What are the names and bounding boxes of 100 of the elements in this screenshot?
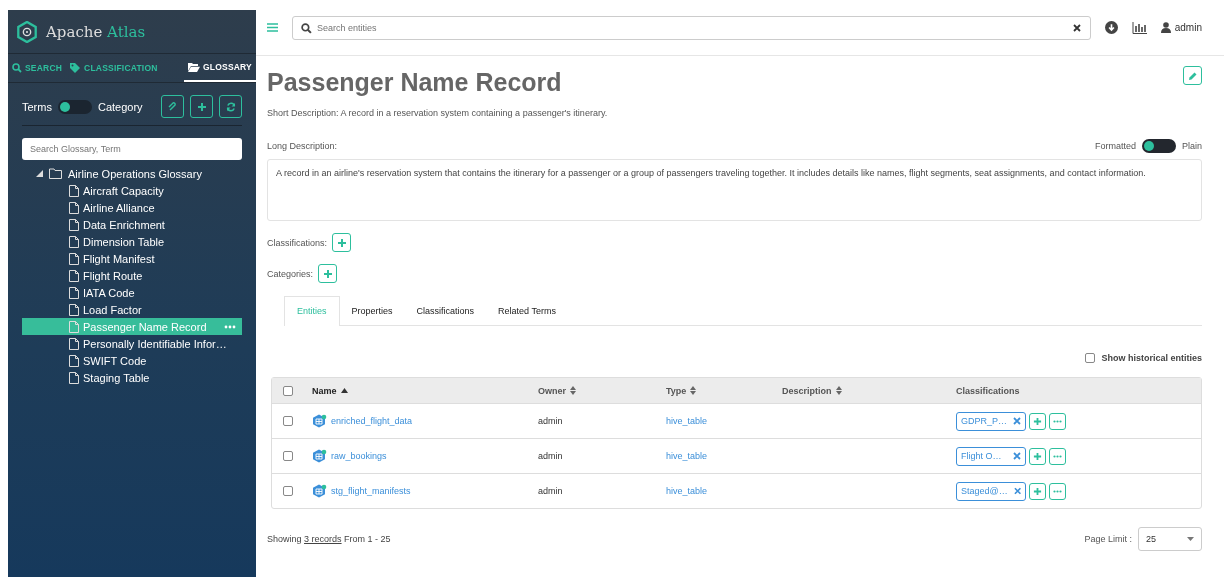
paperclip-icon[interactable] — [167, 101, 178, 112]
column-header[interactable]: Name — [312, 385, 348, 396]
page-title: Passenger Name Record — [267, 68, 562, 97]
tree-item[interactable]: SWIFT Code — [22, 352, 242, 369]
add-button[interactable] — [190, 95, 213, 118]
remove-icon[interactable] — [1013, 487, 1021, 495]
sort-icon[interactable] — [570, 386, 576, 395]
add-button[interactable] — [1029, 447, 1046, 465]
detail-tab[interactable]: Properties — [339, 296, 405, 325]
table-icon — [312, 484, 327, 498]
entity-link[interactable]: stg_flight_manifests — [331, 486, 411, 496]
plus-icon[interactable] — [336, 237, 347, 248]
folder-icon[interactable] — [188, 62, 200, 72]
refresh-button[interactable] — [219, 95, 242, 118]
type-link[interactable]: hive_table — [666, 416, 708, 426]
nav-tab[interactable]: SEARCH — [8, 54, 67, 82]
checkbox[interactable] — [283, 486, 293, 496]
classification-tag[interactable]: GDPR_P… — [956, 411, 1026, 431]
remove-icon[interactable] — [1013, 452, 1021, 460]
records-link[interactable]: 3 records — [304, 534, 342, 544]
caret-icon[interactable] — [1187, 537, 1194, 541]
nav-tab[interactable]: GLOSSARY — [184, 54, 256, 82]
remove-icon[interactable] — [1013, 417, 1021, 425]
tree-item[interactable]: Personally Identifiable Infor… — [22, 335, 242, 352]
checkbox[interactable] — [283, 385, 293, 396]
plus-icon[interactable] — [1033, 486, 1042, 496]
detail-tab[interactable]: Related Terms — [486, 296, 568, 325]
document-icon — [69, 303, 79, 316]
search-icon[interactable] — [12, 63, 22, 73]
tree-item[interactable]: Data Enrichment — [22, 216, 242, 233]
refresh-icon[interactable] — [225, 101, 236, 112]
short-description: Short Description: A record in a reservation system containing a passenger's itinerary. — [267, 108, 609, 118]
checkbox[interactable] — [283, 416, 293, 426]
tag-icon[interactable] — [70, 63, 82, 73]
tree-item[interactable]: Staging Table — [22, 369, 242, 386]
edit-button[interactable] — [1183, 66, 1202, 85]
download-icon[interactable] — [1104, 21, 1118, 34]
more-button[interactable] — [1049, 412, 1066, 430]
document-icon — [69, 286, 79, 299]
entity-link[interactable]: enriched_flight_data — [331, 416, 413, 426]
add-button[interactable] — [332, 233, 352, 252]
add-button[interactable] — [1029, 412, 1046, 430]
tree-item[interactable]: Load Factor — [22, 301, 242, 318]
attach-button[interactable] — [161, 95, 184, 118]
tree-item[interactable]: IATA Code — [22, 284, 242, 301]
app-name: Apache Atlas — [46, 22, 146, 41]
column-header[interactable]: Classifications — [956, 385, 1020, 396]
clear-icon[interactable] — [1072, 23, 1081, 32]
tree-item[interactable]: Dimension Table — [22, 233, 242, 250]
menu-icon[interactable] — [267, 23, 278, 32]
entity-search-field[interactable]: Search entities — [292, 15, 1091, 40]
column-header[interactable]: Type — [666, 385, 697, 396]
tree-item[interactable]: Airline Alliance — [22, 199, 242, 216]
table-icon — [312, 449, 327, 463]
sort-icon[interactable] — [690, 386, 697, 395]
plus-icon[interactable] — [322, 268, 333, 279]
add-button[interactable] — [1029, 482, 1046, 500]
classification-tag[interactable]: Staged@… — [956, 481, 1026, 501]
sort-icon[interactable] — [835, 386, 842, 395]
user-icon[interactable] — [1160, 22, 1171, 33]
type-link[interactable]: hive_table — [666, 451, 708, 461]
type-link[interactable]: hive_table — [666, 486, 708, 496]
pencil-icon[interactable] — [1187, 70, 1198, 81]
more-icon[interactable] — [224, 324, 236, 329]
column-header[interactable]: Owner — [538, 385, 576, 396]
detail-tab[interactable]: Classifications — [404, 296, 487, 325]
column-header[interactable]: Description — [782, 385, 842, 396]
add-button[interactable] — [318, 264, 338, 283]
plus-icon[interactable] — [196, 101, 207, 112]
table-icon — [312, 414, 327, 428]
hexagon-logo-icon — [16, 20, 38, 43]
classification-tag[interactable]: Flight O… — [956, 446, 1026, 466]
glossary-search-field[interactable]: Search Glossary, Term — [22, 138, 242, 160]
document-icon — [69, 218, 79, 231]
tree-item[interactable]: Flight Route — [22, 267, 242, 284]
more-icon[interactable] — [1053, 489, 1062, 493]
checkbox-label[interactable]: Show historical entities — [1101, 353, 1202, 363]
user-name[interactable]: admin — [1174, 22, 1202, 33]
sort-ascending-icon[interactable] — [340, 388, 348, 393]
bar-chart-icon[interactable] — [1131, 21, 1147, 34]
checkbox[interactable] — [1085, 353, 1096, 363]
tree-item[interactable]: Flight Manifest — [22, 250, 242, 267]
plus-icon[interactable] — [1033, 451, 1042, 461]
page-limit-label: Page Limit : — [1084, 534, 1132, 544]
entity-link[interactable]: raw_bookings — [331, 451, 387, 461]
more-icon[interactable] — [1053, 454, 1062, 458]
plus-icon[interactable] — [1033, 416, 1042, 426]
more-icon[interactable] — [1053, 419, 1062, 423]
toggle-label: Terms — [22, 100, 52, 113]
long-description: A record in an airline's reservation system that contains the itinerary for a passenger or a group of passengers traveling together. It includes details like names, flight segments, seat assignments, and contact information. — [276, 168, 1146, 178]
more-button[interactable] — [1049, 447, 1066, 465]
format-switch[interactable] — [1142, 139, 1176, 153]
document-icon — [69, 371, 79, 384]
nav-tab[interactable]: CLASSIFICATION — [66, 54, 162, 82]
mode-switch[interactable] — [57, 99, 92, 114]
page-limit-select[interactable]: 25 — [1138, 527, 1202, 551]
checkbox[interactable] — [283, 451, 293, 461]
more-button[interactable] — [1049, 482, 1066, 500]
tree-item[interactable]: Airline Operations Glossary — [8, 165, 256, 182]
tree-item[interactable]: Aircraft Capacity — [22, 182, 242, 199]
